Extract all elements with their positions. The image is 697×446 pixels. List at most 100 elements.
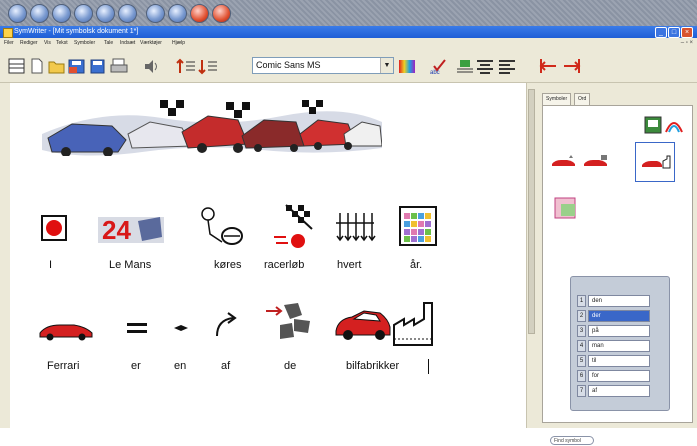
word-list-row[interactable]: 4 man	[577, 340, 657, 353]
menu-speech[interactable]: Tale	[104, 38, 113, 49]
spellcheck-icon[interactable]: abc	[428, 58, 448, 75]
launcher-app-icon[interactable]	[190, 4, 209, 23]
symbol-choice-icon[interactable]	[583, 154, 609, 170]
selected-symbol-frame[interactable]	[635, 142, 675, 182]
car-factory-icon	[642, 155, 671, 169]
align-symbol-icon[interactable]	[456, 58, 474, 75]
menu-edit[interactable]: Rediger	[20, 38, 38, 49]
word-text[interactable]: bilfabrikker	[346, 360, 399, 372]
menu-view[interactable]: Vis	[44, 38, 51, 49]
align-left-icon[interactable]	[498, 58, 516, 75]
toggle-view-icon[interactable]	[8, 58, 26, 75]
svg-text:abc: abc	[430, 70, 440, 75]
mdi-controls[interactable]: – ▫ ×	[681, 38, 693, 49]
document-area[interactable]: I 24 Le Mans køres racerløb hvert år. Fe…	[10, 83, 526, 428]
align-center-icon[interactable]	[476, 58, 494, 75]
minimize-button[interactable]: _	[655, 27, 667, 38]
title-bar: SymWriter - [Mit symbolsk dokument 1*] _…	[0, 26, 697, 38]
decrease-spacing-icon[interactable]	[198, 58, 218, 75]
word-list-row[interactable]: 7 af	[577, 385, 657, 398]
launcher-app-icon[interactable]	[96, 4, 115, 23]
symbol-le-mans-icon[interactable]: 24	[98, 207, 164, 247]
right-panel: Symboler Ord 1 den 2 der 3 på 4 man 5 ti…	[536, 83, 697, 445]
launcher-app-icon[interactable]	[168, 4, 187, 23]
menu-tools[interactable]: Værktøjer	[140, 38, 162, 49]
save-as-icon[interactable]	[90, 58, 106, 75]
symbol-those-icon[interactable]	[264, 301, 314, 345]
symbol-race-icon[interactable]	[272, 203, 316, 251]
word-text[interactable]: racerløb	[264, 259, 304, 271]
symbol-every-icon[interactable]	[334, 209, 376, 245]
word-text[interactable]: hvert	[337, 259, 361, 271]
symbol-equals-icon[interactable]	[126, 321, 148, 335]
close-button[interactable]: ×	[681, 27, 693, 38]
symbol-a-icon[interactable]	[173, 323, 189, 333]
word-list-number: 2	[577, 310, 586, 322]
word-text[interactable]: år.	[410, 259, 422, 271]
symbol-drive-icon[interactable]	[198, 206, 250, 248]
window-title: SymWriter - [Mit symbolsk dokument 1*]	[14, 28, 139, 35]
app-icon	[3, 28, 13, 38]
word-text[interactable]: er	[131, 360, 141, 372]
symbol-car-factory-icon[interactable]	[332, 299, 442, 349]
prediction-word-list: 1 den 2 der 3 på 4 man 5 til 6 for 7 af	[570, 276, 670, 411]
launcher-app-icon[interactable]	[74, 4, 93, 23]
symbol-of-icon[interactable]	[213, 310, 241, 340]
maximize-button[interactable]: □	[668, 27, 680, 38]
menu-help[interactable]: Hjælp	[172, 38, 185, 49]
picture-icon[interactable]	[644, 116, 662, 134]
word-list-word[interactable]: den	[588, 295, 650, 307]
symbol-choice-icon[interactable]	[551, 154, 577, 170]
word-list-number: 4	[577, 340, 586, 352]
symbol-year-calendar-icon[interactable]	[398, 203, 438, 247]
word-list-word[interactable]: til	[588, 355, 650, 367]
menu-symbols[interactable]: Symboler	[74, 38, 95, 49]
print-icon[interactable]	[110, 58, 128, 75]
word-text[interactable]: Le Mans	[109, 259, 151, 271]
chevron-down-icon[interactable]: ▼	[380, 58, 393, 73]
word-list-row[interactable]: 1 den	[577, 295, 657, 308]
word-text[interactable]: en	[174, 360, 186, 372]
launcher-app-icon[interactable]	[118, 4, 137, 23]
word-list-row[interactable]: 6 for	[577, 370, 657, 383]
launcher-home-icon[interactable]	[8, 4, 27, 23]
panel-page: 1 den 2 der 3 på 4 man 5 til 6 for 7 af Find symbol	[542, 105, 693, 445]
word-list-row[interactable]: 3 på	[577, 325, 657, 338]
speaker-icon[interactable]	[143, 58, 161, 75]
word-list-row[interactable]: 5 til	[577, 355, 657, 368]
word-list-word[interactable]: man	[588, 340, 650, 352]
menu-insert[interactable]: Indsæt	[120, 38, 135, 49]
save-icon[interactable]	[68, 58, 86, 75]
new-document-icon[interactable]	[30, 58, 44, 75]
scrollbar-thumb[interactable]	[528, 89, 535, 334]
menu-file[interactable]: Filer	[4, 38, 14, 49]
symbol-preview-icon[interactable]	[553, 196, 579, 222]
launcher-app-icon[interactable]	[52, 4, 71, 23]
find-symbol-input[interactable]: Find symbol	[550, 436, 594, 445]
launcher-close-icon[interactable]	[212, 4, 231, 23]
symbol-ferrari-car-icon[interactable]	[38, 319, 94, 341]
word-text[interactable]: af	[221, 360, 230, 372]
arrow-left-icon[interactable]	[538, 58, 558, 75]
word-text[interactable]: Ferrari	[47, 360, 79, 372]
launcher-app-icon[interactable]	[146, 4, 165, 23]
word-text[interactable]: de	[284, 360, 296, 372]
font-name: Comic Sans MS	[256, 60, 321, 70]
race-cars-banner-image	[42, 100, 382, 156]
arrow-right-icon[interactable]	[562, 58, 582, 75]
open-folder-icon[interactable]	[48, 58, 66, 75]
menu-text[interactable]: Tekst	[56, 38, 68, 49]
rainbow-icon[interactable]	[664, 116, 684, 134]
word-text[interactable]: køres	[214, 259, 242, 271]
font-selector[interactable]: Comic Sans MS ▼	[252, 57, 394, 74]
increase-spacing-icon[interactable]	[176, 58, 196, 75]
symbol-i-icon[interactable]	[40, 214, 68, 242]
word-list-word[interactable]: for	[588, 370, 650, 382]
word-list-word[interactable]: på	[588, 325, 650, 337]
launcher-back-icon[interactable]	[30, 4, 49, 23]
color-picker-icon[interactable]	[397, 58, 417, 75]
word-list-row[interactable]: 2 der	[577, 310, 657, 323]
word-list-word[interactable]: af	[588, 385, 650, 397]
word-list-word[interactable]: der	[588, 310, 650, 322]
word-text[interactable]: I	[49, 259, 52, 271]
